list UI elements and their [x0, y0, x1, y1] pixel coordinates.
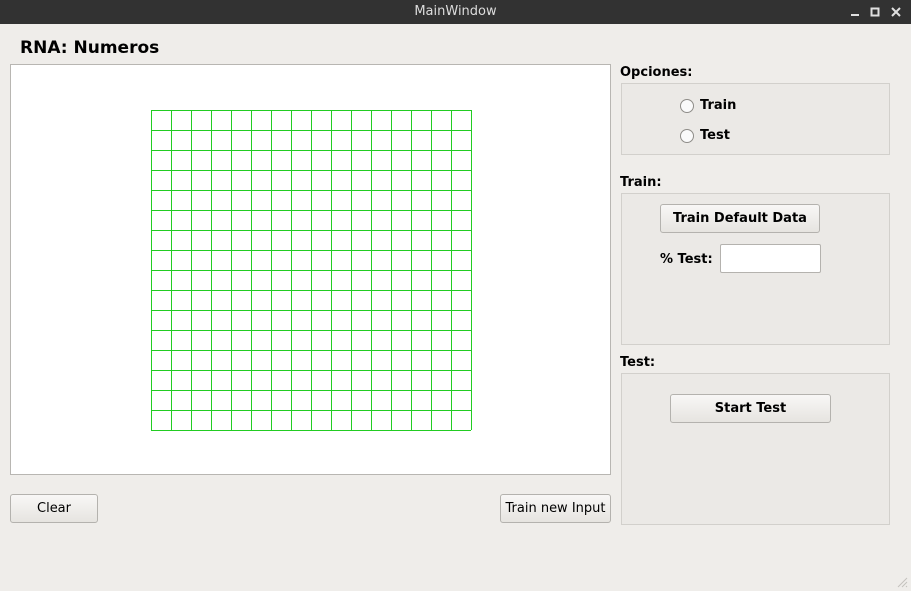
clear-button[interactable]: Clear [10, 494, 98, 523]
maximize-button[interactable] [866, 0, 884, 24]
page-title: RNA: Numeros [20, 38, 160, 58]
maximize-icon [870, 7, 880, 17]
train-default-data-button[interactable]: Train Default Data [660, 204, 820, 233]
options-group [621, 83, 890, 155]
train-new-input-button[interactable]: Train new Input [500, 494, 611, 523]
test-section-title: Test: [620, 355, 656, 370]
resize-grip-icon[interactable] [896, 576, 908, 588]
close-icon [891, 7, 901, 17]
close-button[interactable] [887, 0, 905, 24]
test-radio-label: Test [700, 128, 730, 143]
start-test-button[interactable]: Start Test [670, 394, 831, 423]
title-bar: MainWindow [0, 0, 911, 24]
drawing-canvas[interactable] [10, 64, 611, 475]
test-percent-label: % Test: [660, 252, 713, 267]
train-radio-circle[interactable] [680, 98, 694, 113]
test-radio-circle[interactable] [680, 128, 694, 143]
window-title: MainWindow [414, 4, 497, 19]
options-title: Opciones: [620, 65, 693, 80]
minimize-button[interactable] [846, 0, 864, 24]
train-section-title: Train: [620, 175, 662, 190]
test-radio[interactable]: Test [680, 128, 730, 143]
test-percent-input[interactable] [720, 244, 821, 273]
train-radio[interactable]: Train [680, 98, 736, 113]
drawing-grid[interactable] [11, 65, 610, 474]
minimize-icon [851, 14, 859, 16]
train-radio-label: Train [700, 98, 737, 113]
